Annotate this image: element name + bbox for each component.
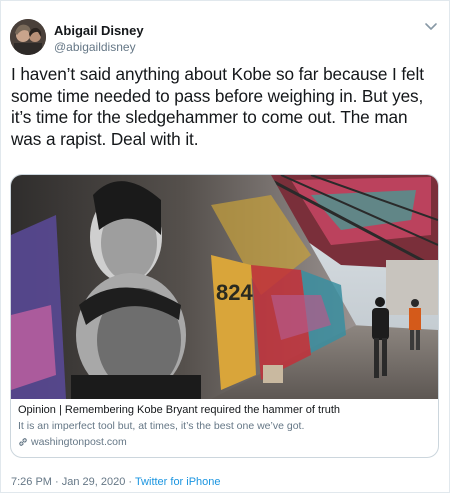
card-domain[interactable]: washingtonpost.com: [18, 436, 127, 448]
card-description: It is an imperfect tool but, at times, i…: [18, 420, 305, 432]
graffiti-number: 824: [216, 280, 253, 305]
tweet-source[interactable]: Twitter for iPhone: [135, 476, 221, 488]
card-title[interactable]: Opinion | Remembering Kobe Bryant requir…: [18, 404, 340, 416]
graffiti-mural-photo[interactable]: 824: [11, 175, 438, 399]
tweet-meta: 7:26 PM · Jan 29, 2020 · Twitter for iPh…: [11, 476, 221, 488]
meta-separator: ·: [125, 476, 135, 488]
author-name[interactable]: Abigail Disney: [54, 23, 144, 38]
avatar-image: [10, 19, 46, 55]
card-domain-text: washingtonpost.com: [31, 436, 127, 448]
chevron-down-icon[interactable]: [423, 21, 439, 33]
tweet-text: I haven’t said anything about Kobe so fa…: [11, 64, 424, 149]
author-handle[interactable]: @abigaildisney: [54, 40, 136, 54]
tweet-card[interactable]: Abigail Disney @abigaildisney I haven’t …: [0, 0, 450, 493]
link-preview-card[interactable]: 824 Opinion | Remembering Kobe Bryant re…: [10, 174, 439, 458]
link-icon: [19, 438, 27, 446]
tweet-timestamp[interactable]: 7:26 PM · Jan 29, 2020: [11, 476, 125, 488]
avatar[interactable]: [10, 19, 46, 55]
